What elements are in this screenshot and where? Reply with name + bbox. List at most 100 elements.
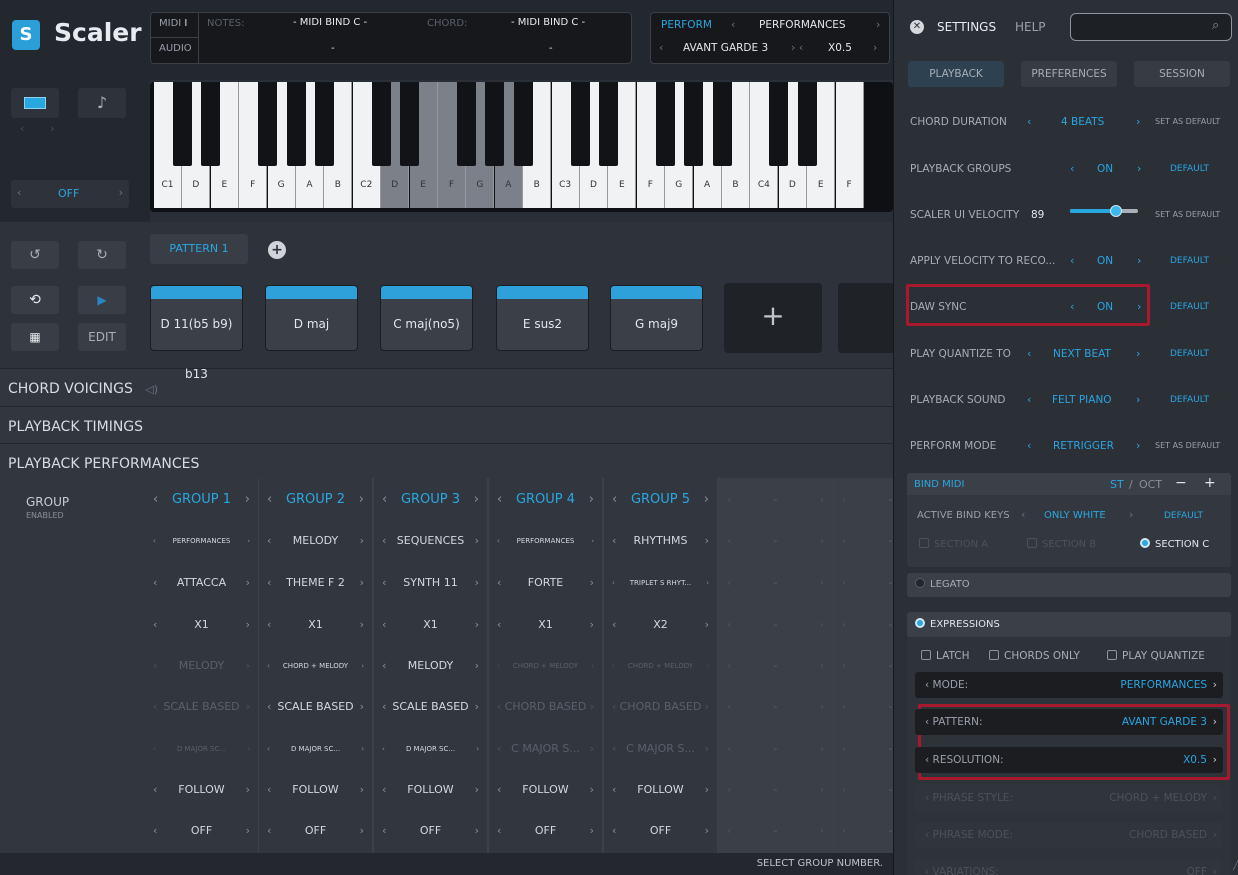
expression-next-icon[interactable]: ›	[1213, 822, 1217, 848]
piano-black-key[interactable]	[172, 82, 192, 166]
minus-icon[interactable]: −	[1175, 475, 1187, 491]
legato-toggle[interactable]: LEGATO	[907, 573, 1231, 597]
cell-prev-icon[interactable]: ‹	[267, 739, 270, 759]
setting-next-icon[interactable]: ›	[1137, 300, 1141, 313]
setting-next-icon[interactable]: ›	[1136, 439, 1140, 452]
group-cell-selector[interactable]: ‹ OFF ›	[145, 821, 258, 841]
group-cell-selector[interactable]: ‹ SCALE BASED ›	[145, 697, 258, 717]
redo-button[interactable]: ↻	[78, 241, 126, 269]
group-selector[interactable]: ‹ GROUP 1 ›	[145, 490, 258, 510]
cell-next-icon[interactable]: ›	[475, 656, 479, 676]
piano-black-key[interactable]	[258, 82, 278, 166]
cell-next-icon[interactable]: ›	[705, 531, 709, 551]
cell-prev-icon[interactable]: ‹	[497, 656, 500, 676]
piano-black-key[interactable]	[769, 82, 789, 166]
setting-next-icon[interactable]: ›	[1136, 347, 1140, 360]
cell-next-icon[interactable]: ›	[247, 531, 250, 551]
cell-next-icon[interactable]: ›	[475, 780, 479, 800]
piano-black-key[interactable]	[598, 82, 618, 166]
cell-prev-icon[interactable]: ‹	[382, 739, 385, 759]
group-prev-icon[interactable]: ‹	[497, 490, 502, 510]
cell-prev-icon[interactable]: ‹	[497, 531, 500, 551]
setting-default-button[interactable]: SET AS DEFAULT	[1155, 117, 1220, 126]
cell-next-icon[interactable]: ›	[705, 615, 709, 635]
setting-default-button[interactable]: DEFAULT	[1170, 395, 1209, 405]
piano-black-key[interactable]	[655, 82, 675, 166]
grid-button[interactable]: ▦	[11, 323, 59, 351]
piano-black-key[interactable]	[314, 82, 334, 166]
view-prev-icon[interactable]: ‹	[20, 122, 24, 135]
edit-button[interactable]: EDIT	[78, 323, 126, 351]
perform-mode-next-icon[interactable]: ›	[876, 18, 880, 31]
group-cell-selector[interactable]: ‹ CHORD + MELODY ›	[489, 656, 602, 676]
cell-next-icon[interactable]: ›	[360, 697, 364, 717]
expression-next-icon[interactable]: ›	[1213, 859, 1217, 875]
group-next-icon[interactable]: ›	[589, 490, 594, 510]
cell-prev-icon[interactable]: ‹	[267, 780, 271, 800]
play-button[interactable]: ▶	[78, 286, 126, 314]
cell-next-icon[interactable]: ›	[360, 615, 364, 635]
piano-black-key[interactable]	[201, 82, 221, 166]
setting-prev-icon[interactable]: ‹	[1070, 254, 1074, 267]
piano-black-key[interactable]	[513, 82, 533, 166]
play-quantize-checkbox[interactable]: PLAY QUANTIZE	[1107, 650, 1205, 662]
group-cell-selector[interactable]: ‹ OFF ›	[604, 821, 717, 841]
active-bind-prev-icon[interactable]: ‹	[1021, 508, 1025, 521]
cell-next-icon[interactable]: ›	[360, 573, 364, 593]
cell-prev-icon[interactable]: ‹	[497, 697, 501, 717]
cell-prev-icon[interactable]: ‹	[267, 573, 271, 593]
group-cell-selector[interactable]: ‹ MELODY ›	[259, 531, 372, 551]
group-cell-selector[interactable]: ‹ D MAJOR SC... ›	[374, 739, 487, 759]
cell-next-icon[interactable]: ›	[590, 697, 594, 717]
cell-prev-icon[interactable]: ‹	[153, 573, 157, 593]
expression-next-icon[interactable]: ›	[1213, 672, 1217, 698]
cell-next-icon[interactable]: ›	[475, 821, 479, 841]
cell-prev-icon[interactable]: ‹	[382, 697, 386, 717]
group-cell-selector[interactable]: ‹ SCALE BASED ›	[374, 697, 487, 717]
cell-prev-icon[interactable]: ‹	[382, 615, 386, 635]
setting-prev-icon[interactable]: ‹	[1027, 439, 1031, 452]
cell-prev-icon[interactable]: ‹	[497, 573, 501, 593]
piano-black-key[interactable]	[684, 82, 704, 166]
cell-prev-icon[interactable]: ‹	[612, 615, 616, 635]
setting-prev-icon[interactable]: ‹	[1027, 393, 1031, 406]
group-prev-icon[interactable]: ‹	[153, 490, 158, 510]
tab-playback[interactable]: PLAYBACK	[908, 61, 1004, 87]
audio-tab[interactable]: AUDIO	[151, 38, 199, 63]
perform-tab[interactable]: PERFORM	[661, 19, 712, 31]
empty-chord-slot[interactable]	[838, 283, 893, 353]
cell-prev-icon[interactable]: ‹	[382, 656, 386, 676]
group-cell-selector[interactable]: ‹ CHORD + MELODY ›	[604, 656, 717, 676]
cell-next-icon[interactable]: ›	[590, 739, 594, 759]
cell-prev-icon[interactable]: ‹	[267, 697, 271, 717]
expressions-toggle[interactable]: EXPRESSIONS	[907, 612, 1231, 637]
cell-prev-icon[interactable]: ‹	[153, 615, 157, 635]
plus-icon[interactable]: +	[1204, 475, 1216, 491]
group-prev-icon[interactable]: ‹	[612, 490, 617, 510]
group-cell-selector[interactable]: ‹ ATTACCA ›	[145, 573, 258, 593]
cell-next-icon[interactable]: ›	[361, 656, 364, 676]
midi-tab[interactable]: MIDI Ⅰ	[151, 13, 199, 38]
cell-prev-icon[interactable]: ‹	[382, 573, 386, 593]
view-next-icon[interactable]: ›	[50, 122, 54, 135]
group-cell-selector[interactable]: ‹ FOLLOW ›	[374, 780, 487, 800]
cell-next-icon[interactable]: ›	[246, 656, 250, 676]
setting-default-button[interactable]: DEFAULT	[1170, 256, 1209, 266]
group-cell-selector[interactable]: ‹ D MAJOR SC... ›	[145, 739, 258, 759]
perform-resolution-next-icon[interactable]: ›	[873, 41, 877, 54]
cell-prev-icon[interactable]: ‹	[612, 780, 616, 800]
setting-default-button[interactable]: DEFAULT	[1170, 164, 1209, 174]
cell-prev-icon[interactable]: ‹	[497, 615, 501, 635]
piano-black-key[interactable]	[712, 82, 732, 166]
chord-block[interactable]: D 11(b5 b9) b13	[150, 285, 243, 381]
group-cell-selector[interactable]: ‹ FOLLOW ›	[604, 780, 717, 800]
setting-prev-icon[interactable]: ‹	[1027, 115, 1031, 128]
cell-prev-icon[interactable]: ‹	[267, 615, 271, 635]
group-cell-selector[interactable]: ‹ MELODY ›	[145, 656, 258, 676]
section-playback-performances[interactable]: PLAYBACK PERFORMANCES	[0, 443, 893, 479]
group-next-icon[interactable]: ›	[474, 490, 479, 510]
piano-black-key[interactable]	[400, 82, 420, 166]
cell-prev-icon[interactable]: ‹	[612, 656, 615, 676]
cell-prev-icon[interactable]: ‹	[153, 821, 157, 841]
chords-only-checkbox[interactable]: CHORDS ONLY	[989, 650, 1080, 662]
